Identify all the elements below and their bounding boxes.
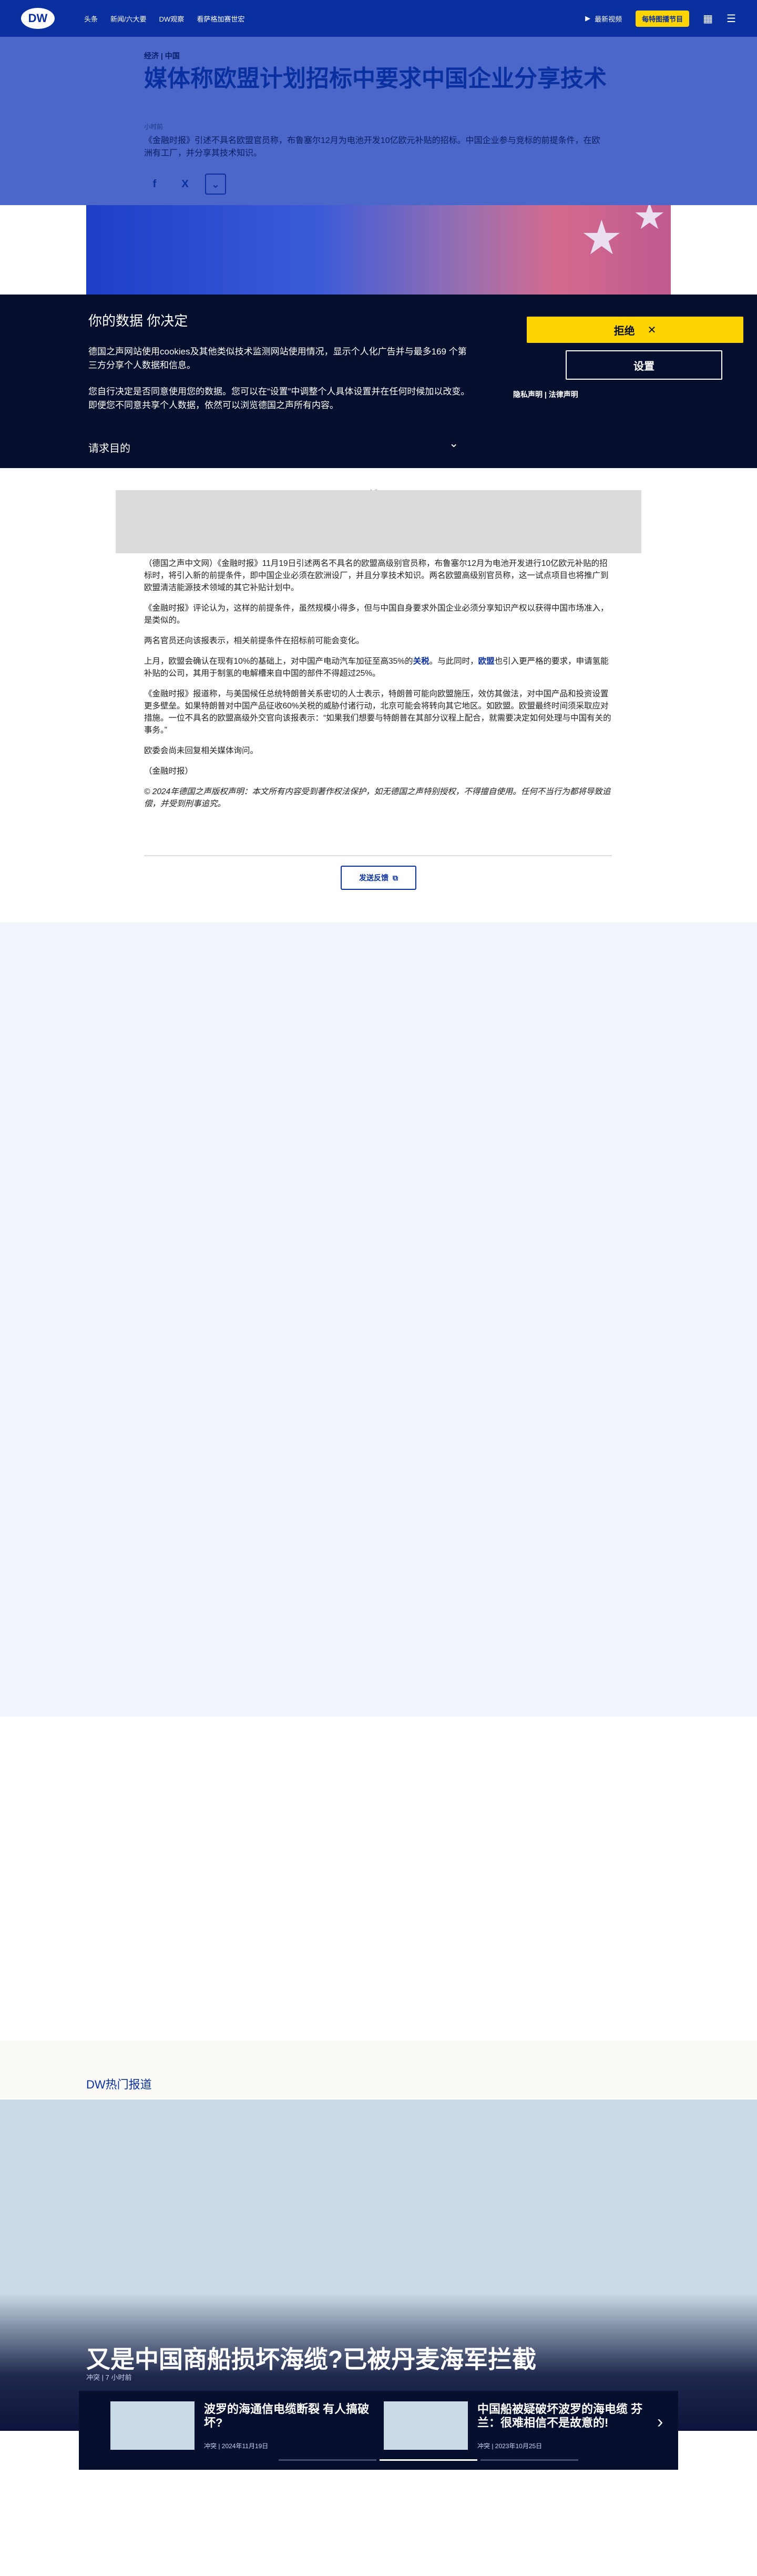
- star-icon: ★: [580, 212, 623, 265]
- hot-story-title[interactable]: 又是中国商船损坏海缆?已被丹麦海军拦截: [86, 2340, 536, 2375]
- card-thumbnail: [110, 2401, 195, 2450]
- carousel-card[interactable]: 中国船被疑破坏波罗的海电缆 芬兰：很难相信不是故意的! 冲突 | 2023年10…: [384, 2401, 652, 2452]
- carousel-card[interactable]: 波罗的海通信电缆断裂 有人搞破坏? 冲突 | 2024年11月19日: [110, 2401, 378, 2452]
- promo-button[interactable]: 每特图播节目: [636, 10, 690, 27]
- chevron-down-icon[interactable]: ⌄: [449, 437, 458, 450]
- article-header-background: [0, 37, 757, 205]
- close-icon: ✕: [647, 324, 657, 336]
- settings-button[interactable]: 设置: [566, 350, 722, 380]
- hot-story-meta: 冲突 | 7 小时前: [86, 2374, 132, 2381]
- progress-segment: [480, 2459, 578, 2461]
- source-note: （金融时报）: [144, 767, 193, 776]
- body-paragraph: 上月，欧盟会确认在现有10%的基础上，对中国产电动汽车加征至高35%的关税。与此…: [144, 655, 612, 680]
- x-icon[interactable]: X: [175, 174, 196, 195]
- hero-image: ★ ★: [86, 205, 671, 295]
- body-text: 。与此同时，: [429, 657, 478, 666]
- share-bar: f X ⌄: [144, 174, 226, 195]
- eu-link[interactable]: 欧盟: [478, 657, 495, 666]
- article-title: 媒体称欧盟计划招标中要求中国企业分享技术: [144, 66, 607, 92]
- reject-button[interactable]: 拒绝 ✕: [527, 317, 743, 343]
- hot-section-label: DW热门报道: [86, 2078, 152, 2091]
- body-paragraph: 欧委会尚未回复相关媒体询问。: [144, 746, 259, 755]
- article-kicker[interactable]: 经济 | 中国: [144, 50, 180, 61]
- privacy-legal-links[interactable]: 隐私声明 | 法律声明: [513, 389, 578, 400]
- top-navigation-bar: DW 头条 新闻/六大要 DW观察 看萨格加赛世宏 ▶ 最新视频 每特图播节目 …: [0, 0, 757, 37]
- card-title: 中国船被疑破坏波罗的海电缆 芬兰：很难相信不是故意的!: [477, 2402, 643, 2429]
- chevron-right-icon[interactable]: ›: [657, 2412, 663, 2432]
- divider: [144, 855, 612, 856]
- progress-segment: [279, 2459, 376, 2461]
- card-thumbnail: [384, 2401, 468, 2450]
- article-date: 小时前: [144, 123, 163, 130]
- carousel-progress: [279, 2459, 578, 2461]
- copyright-note: © 2024年德国之声版权声明：本文所有内容受到著作权法保护，如无德国之声特别授…: [144, 787, 611, 808]
- live-video-label: 最新视频: [595, 15, 622, 23]
- body-paragraph: 两名官员还向该报表示，相关前提条件在招标前可能会变化。: [144, 636, 364, 645]
- related-content-area: [0, 922, 757, 1717]
- nav-link-2[interactable]: 新闻/六大要: [110, 14, 147, 24]
- nav-links: 头条 新闻/六大要 DW观察 看萨格加赛世宏: [84, 14, 244, 24]
- card-title: 波罗的海通信电缆断裂 有人搞破坏?: [204, 2402, 370, 2429]
- consent-purpose-toggle[interactable]: 请求目的: [88, 440, 130, 455]
- star-icon: ★: [633, 205, 666, 237]
- body-text: 上月，欧盟会确认在现有10%的基础上，对中国产电动汽车加征至高35%的: [144, 657, 413, 666]
- body-paragraph: （德国之声中文网）《金融时报》11月19日引述两名不具名的欧盟高级别官员称，布鲁…: [144, 559, 609, 592]
- article-lead: 《金融时报》引述不具名欧盟官员称，布鲁塞尔12月为电池开发10亿欧元补贴的招标。…: [144, 136, 600, 158]
- body-paragraph: 《金融时报》报道称，与美国候任总统特朗普关系密切的人士表示，特朗普可能向欧盟施压…: [144, 689, 611, 735]
- progress-segment-active: [380, 2459, 477, 2461]
- card-meta: 冲突 | 2023年10月25日: [477, 2442, 543, 2450]
- tariff-link[interactable]: 关税: [413, 657, 429, 666]
- dw-logo[interactable]: DW: [21, 8, 55, 29]
- ad-slot[interactable]: [116, 490, 641, 553]
- consent-text-1: 德国之声网站使用cookies及其他类似技术监测网站使用情况，显示个人化广告并与…: [88, 347, 467, 370]
- body-paragraph: 《金融时报》评论认为，这样的前提条件，虽然规模小得多，但与中国自身要求外国企业必…: [144, 604, 609, 625]
- menu-icon[interactable]: ☰: [727, 12, 736, 25]
- article-body: （德国之声中文网）《金融时报》11月19日引述两名不具名的欧盟高级别官员称，布鲁…: [144, 557, 612, 818]
- nav-link-3[interactable]: DW观察: [159, 14, 185, 24]
- play-icon: ▶: [585, 14, 591, 22]
- facebook-icon[interactable]: f: [144, 174, 165, 195]
- reject-label: 拒绝: [613, 325, 635, 337]
- copy-icon: ⧉: [393, 873, 398, 882]
- feedback-label: 发送反馈: [359, 874, 388, 882]
- nav-link-1[interactable]: 头条: [84, 14, 98, 24]
- consent-text-2: 您自行决定是否同意使用您的数据。您可以在“设置”中调整个人具体设置并在任何时候加…: [88, 387, 470, 410]
- hot-story-carousel: 波罗的海通信电缆断裂 有人搞破坏? 冲突 | 2024年11月19日 中国船被疑…: [79, 2391, 678, 2470]
- nav-link-4[interactable]: 看萨格加赛世宏: [197, 14, 244, 24]
- consent-title: 你的数据 你决定: [88, 313, 188, 329]
- share-more-icon[interactable]: ⌄: [205, 174, 226, 195]
- cookie-consent-banner: 你的数据 你决定 德国之声网站使用cookies及其他类似技术监测网站使用情况，…: [0, 295, 757, 468]
- language-icon[interactable]: ▦: [703, 12, 713, 25]
- card-meta: 冲突 | 2024年11月19日: [204, 2442, 269, 2450]
- live-video-link[interactable]: ▶ 最新视频: [585, 14, 622, 24]
- feedback-button[interactable]: 发送反馈 ⧉: [341, 866, 416, 890]
